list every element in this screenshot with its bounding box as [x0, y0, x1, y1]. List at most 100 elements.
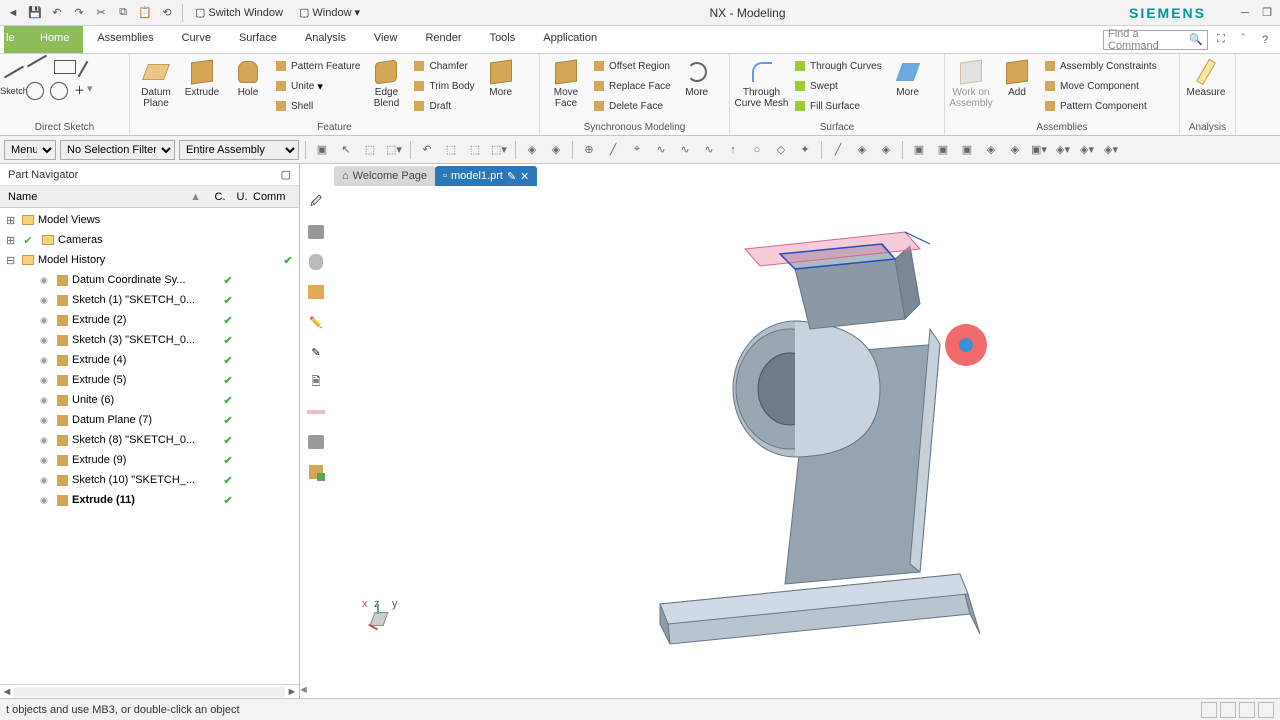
- tree-history-item[interactable]: ◉Sketch (3) "SKETCH_0...✔: [0, 330, 299, 350]
- close-tab-icon[interactable]: ✕: [520, 170, 529, 183]
- visibility-icon[interactable]: ◉: [40, 335, 52, 346]
- col-c[interactable]: C.: [209, 191, 231, 203]
- sketch-button[interactable]: Sketch: [4, 56, 24, 99]
- navigator-tree[interactable]: ⊞Model Views ⊞✔Cameras ⊟Model History✔ ◉…: [0, 208, 299, 684]
- datum-plane-button[interactable]: Datum Plane: [134, 56, 178, 111]
- swept-button[interactable]: Swept: [791, 76, 884, 96]
- line-icon[interactable]: [27, 55, 47, 68]
- tree-history-item[interactable]: ◉Sketch (8) "SKETCH_0...✔: [0, 430, 299, 450]
- work-on-assembly-button[interactable]: Work on Assembly: [949, 56, 993, 111]
- collapse-icon[interactable]: ⊟: [6, 254, 18, 267]
- view-icon[interactable]: ◈: [981, 140, 1001, 160]
- finish-sketch-icon[interactable]: 🖉: [304, 190, 328, 214]
- visibility-icon[interactable]: ◉: [40, 415, 52, 426]
- snap-icon[interactable]: ✦: [795, 140, 815, 160]
- viewport-resize-icon[interactable]: ◄: [298, 684, 309, 696]
- plus-icon[interactable]: ＋: [74, 82, 85, 100]
- selection-filter-dropdown[interactable]: No Selection Filter: [60, 140, 175, 160]
- tab-home[interactable]: Home: [26, 26, 83, 53]
- visibility-icon[interactable]: ◉: [40, 435, 52, 446]
- sheet-icon[interactable]: [304, 400, 328, 424]
- undo-icon[interactable]: ↶: [48, 4, 66, 22]
- find-command-input[interactable]: Find a Command🔍: [1103, 30, 1208, 50]
- view-icon[interactable]: ▣: [909, 140, 929, 160]
- tree-history-item[interactable]: ◉Datum Plane (7)✔: [0, 410, 299, 430]
- selbar-icon[interactable]: ↶: [417, 140, 437, 160]
- visibility-icon[interactable]: ◉: [40, 355, 52, 366]
- tab-curve[interactable]: Curve: [168, 26, 225, 53]
- fullscreen-icon[interactable]: ⛶: [1212, 31, 1230, 49]
- sync-more-button[interactable]: More: [675, 56, 719, 100]
- visibility-icon[interactable]: ◉: [40, 495, 52, 506]
- snap-mid-icon[interactable]: ⌖: [627, 140, 647, 160]
- tab-model1[interactable]: ▫model1.prt ✎ ✕: [435, 166, 537, 186]
- move-face-button[interactable]: Move Face: [544, 56, 588, 111]
- tree-history[interactable]: Model History: [38, 254, 277, 266]
- visibility-icon[interactable]: ◉: [40, 395, 52, 406]
- tab-render[interactable]: Render: [411, 26, 475, 53]
- visibility-icon[interactable]: ◉: [40, 315, 52, 326]
- tab-surface[interactable]: Surface: [225, 26, 291, 53]
- paste-icon[interactable]: 📋: [136, 4, 154, 22]
- tree-history-item[interactable]: ◉Sketch (10) "SKETCH_...✔: [0, 470, 299, 490]
- tree-history-item[interactable]: ◉Extrude (4)✔: [0, 350, 299, 370]
- window-menu-button[interactable]: ▢ Window ▾: [293, 4, 366, 21]
- tree-history-item[interactable]: ◉Extrude (11)✔: [0, 490, 299, 510]
- visibility-icon[interactable]: ◉: [40, 375, 52, 386]
- expand-icon[interactable]: ⊞: [6, 234, 18, 247]
- layer-icon[interactable]: [304, 430, 328, 454]
- move-component-button[interactable]: Move Component: [1041, 76, 1159, 96]
- cut-icon[interactable]: ✂: [92, 4, 110, 22]
- snap-icon[interactable]: ◇: [771, 140, 791, 160]
- redo-icon[interactable]: ↷: [70, 4, 88, 22]
- feature-more-button[interactable]: More: [479, 56, 523, 100]
- tree-history-item[interactable]: ◉Sketch (1) "SKETCH_0...✔: [0, 290, 299, 310]
- col-comm[interactable]: Comm: [253, 191, 291, 203]
- minimize-icon[interactable]: ─: [1236, 4, 1254, 22]
- snap-curve-icon[interactable]: ∿: [651, 140, 671, 160]
- switch-window-button[interactable]: ▢ Switch Window: [189, 4, 289, 21]
- tree-cameras[interactable]: Cameras: [58, 234, 299, 246]
- selbar-icon[interactable]: ⬚▾: [489, 140, 509, 160]
- through-curve-mesh-button[interactable]: Through Curve Mesh: [734, 56, 789, 111]
- selbar-icon[interactable]: ↖: [336, 140, 356, 160]
- draft-button[interactable]: Draft: [410, 96, 476, 116]
- selbar-icon[interactable]: ◈: [546, 140, 566, 160]
- tree-history-item[interactable]: ◉Datum Coordinate Sy...✔: [0, 270, 299, 290]
- assembly-constraints-button[interactable]: Assembly Constraints: [1041, 56, 1159, 76]
- status-icon[interactable]: [1258, 702, 1274, 718]
- view-icon[interactable]: ◈: [1005, 140, 1025, 160]
- col-name[interactable]: Name: [8, 191, 190, 203]
- pattern-component-button[interactable]: Pattern Component: [1041, 96, 1159, 116]
- tab-analysis[interactable]: Analysis: [291, 26, 360, 53]
- snap-icon[interactable]: ◈: [852, 140, 872, 160]
- visibility-icon[interactable]: ◉: [40, 475, 52, 486]
- tree-history-item[interactable]: ◉Unite (6)✔: [0, 390, 299, 410]
- snap-point-icon[interactable]: ⊕: [579, 140, 599, 160]
- hole-button[interactable]: Hole: [226, 56, 270, 100]
- block-icon[interactable]: [304, 280, 328, 304]
- selbar-icon[interactable]: ⬚▾: [384, 140, 404, 160]
- circle-icon[interactable]: [26, 82, 44, 100]
- trim-body-button[interactable]: Trim Body: [410, 76, 476, 96]
- snap-icon[interactable]: ∿: [699, 140, 719, 160]
- expand-icon[interactable]: ⊞: [6, 214, 18, 227]
- tab-assemblies[interactable]: Assemblies: [83, 26, 167, 53]
- col-u[interactable]: U.: [231, 191, 253, 203]
- menu-dropdown[interactable]: Menu: [4, 140, 56, 160]
- note-icon[interactable]: 🗎: [304, 370, 328, 394]
- tree-history-item[interactable]: ◉Extrude (9)✔: [0, 450, 299, 470]
- touchmode-icon[interactable]: ⟲: [158, 4, 176, 22]
- surface-more-button[interactable]: More: [886, 56, 930, 100]
- selbar-icon[interactable]: ◈: [522, 140, 542, 160]
- offset-region-button[interactable]: Offset Region: [590, 56, 673, 76]
- solid-icon[interactable]: [304, 220, 328, 244]
- view-icon[interactable]: ▣: [933, 140, 953, 160]
- save-icon[interactable]: 💾: [26, 4, 44, 22]
- extrude-button[interactable]: Extrude: [180, 56, 224, 100]
- tab-welcome-page[interactable]: ⌂Welcome Page: [334, 166, 435, 186]
- pattern-feature-button[interactable]: Pattern Feature: [272, 56, 362, 76]
- view-icon[interactable]: ▣▾: [1029, 140, 1049, 160]
- chamfer-button[interactable]: Chamfer: [410, 56, 476, 76]
- visibility-icon[interactable]: ◉: [40, 455, 52, 466]
